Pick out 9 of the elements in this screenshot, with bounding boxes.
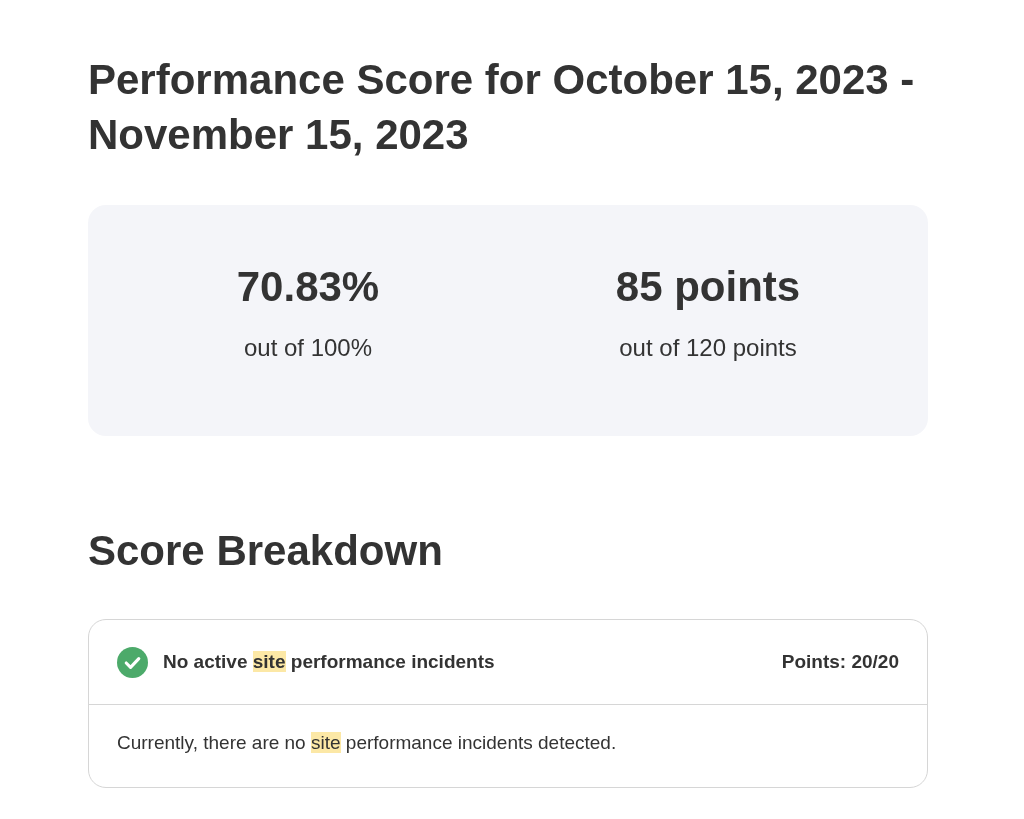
score-caption: out of 120 points	[619, 334, 797, 362]
score-value: 70.83%	[236, 263, 380, 311]
points-label: Points: 20/20	[781, 650, 899, 674]
score-value: 85 points	[615, 263, 801, 311]
criterion-detail: Currently, there are no site performance incidents detected.	[117, 731, 618, 755]
page-title: Performance Score for October 15, 2023 - November 15, 2023	[88, 55, 916, 160]
score-caption: out of 100%	[243, 334, 373, 362]
criterion-title: No active site performance incidents	[163, 650, 495, 674]
section-title: Score Breakdown	[88, 526, 444, 576]
